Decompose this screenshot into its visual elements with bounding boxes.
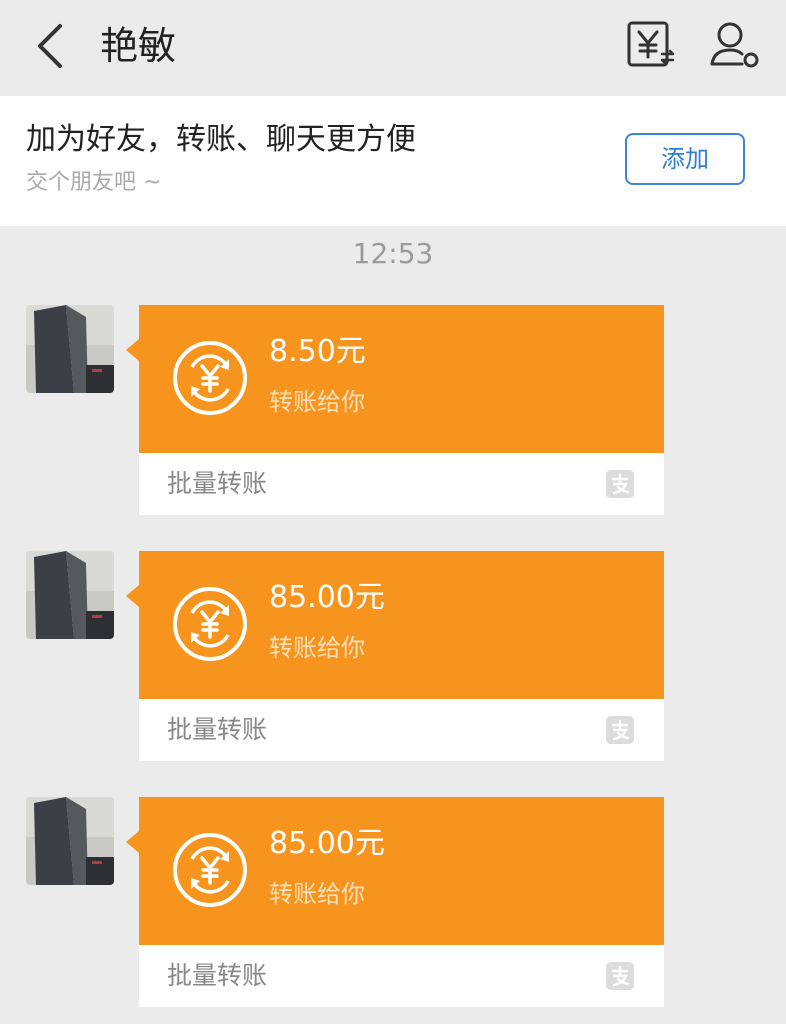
bubble-tail — [126, 339, 139, 361]
alipay-logo-icon — [606, 470, 634, 498]
transfer-card-header: 8.50元 转账给你 — [139, 305, 664, 453]
transfer-card-footer: 批量转账 — [139, 945, 664, 1007]
avatar[interactable] — [26, 305, 114, 393]
yuan-transfer-icon — [173, 587, 247, 661]
alipay-logo-icon — [606, 716, 634, 744]
bubble-tail — [126, 831, 139, 853]
transfer-message: 85.00元 转账给你 批量转账 — [0, 551, 786, 766]
add-friend-banner: 加为好友，转账、聊天更方便 交个朋友吧 ~ 添加 — [0, 96, 786, 226]
add-friend-subtitle: 交个朋友吧 ~ — [26, 170, 162, 195]
transfer-card-header: 85.00元 转账给你 — [139, 551, 664, 699]
yuan-transfer-icon — [173, 833, 247, 907]
transfer-amount: 85.00元 — [269, 580, 385, 615]
transfer-message: 8.50元 转账给你 批量转账 — [0, 305, 786, 520]
transfer-card-header: 85.00元 转账给你 — [139, 797, 664, 945]
batch-transfer-label: 批量转账 — [167, 961, 268, 990]
avatar[interactable] — [26, 551, 114, 639]
transfer-amount: 85.00元 — [269, 826, 385, 861]
transfer-subtitle: 转账给你 — [269, 388, 365, 416]
transfer-card[interactable]: 85.00元 转账给你 批量转账 — [139, 551, 664, 761]
alipay-logo-icon — [606, 962, 634, 990]
add-friend-title: 加为好友，转账、聊天更方便 — [26, 122, 416, 157]
transfer-card[interactable]: 85.00元 转账给你 批量转账 — [139, 797, 664, 1007]
transfer-card[interactable]: 8.50元 转账给你 批量转账 — [139, 305, 664, 515]
batch-transfer-label: 批量转账 — [167, 469, 268, 498]
chat-title: 艳敏 — [100, 24, 177, 68]
back-icon[interactable] — [30, 22, 70, 70]
chat-timestamp: 12:53 — [352, 237, 434, 270]
bubble-tail — [126, 585, 139, 607]
transfer-amount: 8.50元 — [269, 334, 366, 369]
transfer-subtitle: 转账给你 — [269, 634, 365, 662]
yuan-transfer-icon — [173, 341, 247, 415]
top-nav-bar: 艳敏 — [0, 0, 786, 96]
transfer-message: 85.00元 转账给你 批量转账 — [0, 797, 786, 1012]
add-friend-button[interactable]: 添加 — [625, 133, 745, 185]
transfer-subtitle: 转账给你 — [269, 880, 365, 908]
batch-transfer-label: 批量转账 — [167, 715, 268, 744]
transfer-icon[interactable] — [626, 20, 676, 70]
transfer-card-footer: 批量转账 — [139, 699, 664, 761]
avatar[interactable] — [26, 797, 114, 885]
transfer-card-footer: 批量转账 — [139, 453, 664, 515]
profile-icon[interactable] — [708, 20, 762, 70]
